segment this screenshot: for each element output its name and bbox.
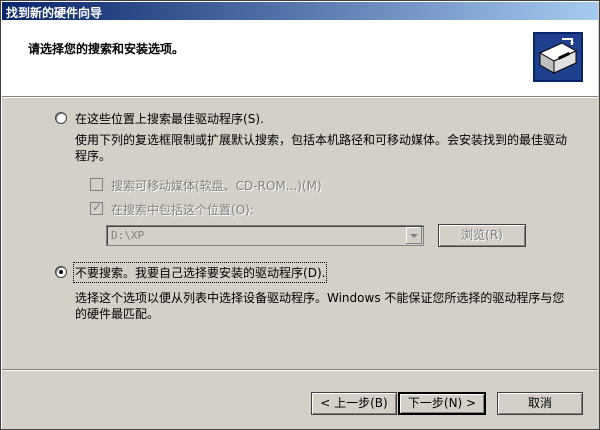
back-hotkey: (B) bbox=[370, 396, 388, 410]
include-location-checkbox[interactable] bbox=[90, 200, 103, 215]
include-location-label: 在搜索中包括这个位置(O): bbox=[111, 201, 254, 218]
include-location-text: 在搜索中包括这个位置 bbox=[111, 203, 232, 217]
browse-label: 浏览 bbox=[461, 228, 486, 242]
search-option-label[interactable]: 在这些位置上搜索最佳驱动程序(S). bbox=[75, 110, 264, 127]
browse-button[interactable]: 浏览(R) bbox=[438, 224, 526, 247]
cancel-label: 取消 bbox=[527, 396, 552, 410]
back-label: < 上一步 bbox=[320, 396, 371, 410]
removable-media-text: 搜索可移动媒体(软盘、CD-ROM...) bbox=[111, 179, 302, 193]
window-title: 找到新的硬件向导 bbox=[6, 6, 103, 20]
search-option-hotkey: (S). bbox=[243, 112, 264, 126]
location-value: D:\XP bbox=[111, 229, 145, 242]
next-label: 下一步 bbox=[407, 396, 444, 410]
header-divider bbox=[2, 96, 598, 98]
location-combobox[interactable]: D:\XP bbox=[106, 225, 424, 246]
search-option-description: 使用下列的复选框限制或扩展默认搜索，包括本机路径和可移动媒体。会安装找到的最佳驱… bbox=[75, 133, 568, 163]
next-hotkey: (N) > bbox=[443, 396, 477, 410]
removable-media-hotkey: (M) bbox=[301, 179, 322, 193]
wizard-header: 请选择您的搜索和安装选项。 bbox=[2, 20, 598, 96]
next-button[interactable]: 下一步(N) > bbox=[398, 392, 486, 415]
page-title: 请选择您的搜索和安装选项。 bbox=[28, 42, 185, 56]
include-location-hotkey: (O): bbox=[231, 203, 254, 217]
search-option-radio[interactable] bbox=[55, 112, 67, 124]
removable-media-checkbox[interactable] bbox=[90, 178, 103, 191]
hardware-install-icon bbox=[533, 32, 583, 82]
removable-media-label: 搜索可移动媒体(软盘、CD-ROM...)(M) bbox=[111, 177, 322, 194]
chevron-down-icon[interactable] bbox=[406, 227, 422, 244]
wizard-window: 找到新的硬件向导 请选择您的搜索和安装选项。 在这些位置上搜索最佳驱动程序(S)… bbox=[0, 0, 600, 430]
back-button[interactable]: < 上一步(B) bbox=[311, 392, 397, 415]
search-option-text: 在这些位置上搜索最佳驱动程序 bbox=[75, 112, 244, 126]
manual-option-label[interactable]: 不要搜索。我要自己选择要安装的驱动程序(D). bbox=[72, 262, 328, 283]
manual-option-text: 不要搜索。我要自己选择要安装的驱动程序 bbox=[75, 266, 304, 280]
cancel-button[interactable]: 取消 bbox=[497, 392, 583, 415]
manual-option-radio[interactable] bbox=[55, 266, 67, 278]
footer-divider bbox=[2, 369, 598, 371]
manual-option-description: 选择这个选项以便从列表中选择设备驱动程序。Windows 不能保证您所选择的驱动… bbox=[75, 291, 565, 321]
manual-option-hotkey: (D). bbox=[303, 266, 326, 280]
browse-hotkey: (R) bbox=[485, 228, 503, 242]
title-bar[interactable]: 找到新的硬件向导 bbox=[2, 2, 598, 20]
